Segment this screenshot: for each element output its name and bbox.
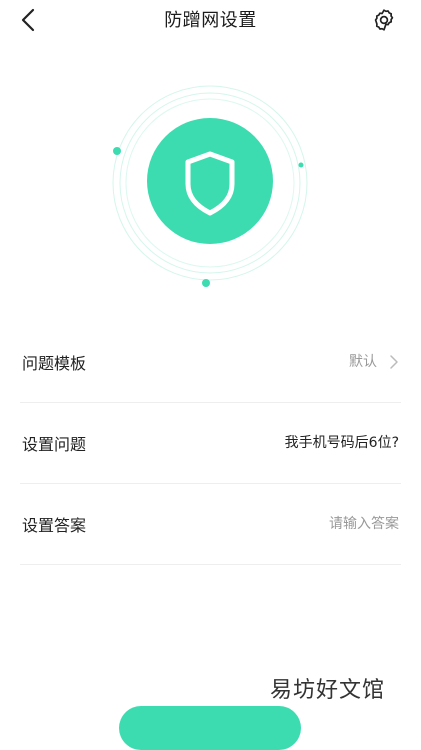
orbit-dot: [298, 162, 304, 168]
settings-list: 问题模板 默认 设置问题 我手机号码后6位? 设置答案 请输入答案: [20, 322, 401, 565]
gear-icon[interactable]: [372, 8, 396, 32]
set-answer-row[interactable]: 设置答案 请输入答案: [20, 484, 401, 565]
security-emblem: [112, 85, 308, 287]
confirm-button[interactable]: [119, 706, 301, 750]
watermark: 易坊好文馆: [270, 678, 386, 703]
question-template-value: 默认: [349, 354, 377, 370]
orbit-dot: [202, 279, 210, 287]
page-title: 防蹭网设置: [164, 10, 257, 31]
set-question-value: 我手机号码后6位?: [284, 435, 399, 451]
orbit-dot: [113, 147, 121, 155]
set-question-label: 设置问题: [22, 435, 87, 454]
answer-input[interactable]: 请输入答案: [329, 513, 399, 533]
shield-badge: [147, 118, 273, 244]
top-bar: 防蹭网设置: [0, 0, 421, 40]
set-answer-label: 设置答案: [22, 516, 87, 535]
question-template-label: 问题模板: [22, 354, 87, 373]
question-template-row[interactable]: 问题模板 默认: [20, 322, 401, 403]
set-question-row[interactable]: 设置问题 我手机号码后6位?: [20, 403, 401, 484]
chevron-right-icon: [390, 355, 398, 369]
